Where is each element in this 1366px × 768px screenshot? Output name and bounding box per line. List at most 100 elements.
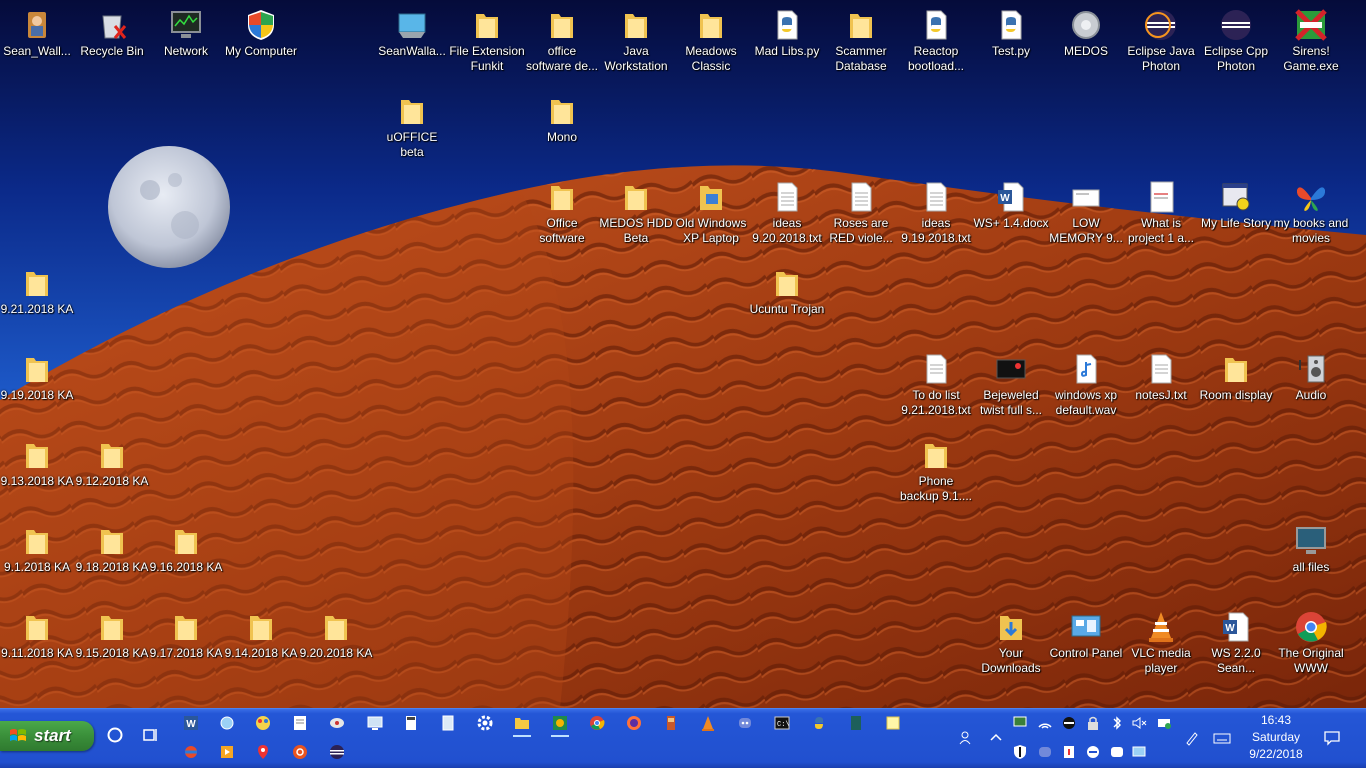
- desktop-icon-ka-917[interactable]: 9.17.2018 KA: [148, 610, 224, 661]
- tray-discord[interactable]: [1034, 741, 1056, 763]
- desktop-icon-java-workstation[interactable]: Java Workstation: [598, 8, 674, 74]
- taskbar-app-22[interactable]: [216, 741, 238, 763]
- taskbar-app-21[interactable]: [180, 741, 202, 763]
- desktop-icon-ws-docx[interactable]: W WS+ 1.4.docx: [973, 180, 1049, 231]
- tray-icon-11[interactable]: [1082, 741, 1104, 763]
- desktop-icon-what-is-project[interactable]: What is project 1 a...: [1123, 180, 1199, 246]
- tray-show-hidden[interactable]: [985, 727, 1007, 749]
- taskbar-vlc[interactable]: [697, 712, 719, 734]
- desktop-icon-uoffice-beta[interactable]: uOFFICE beta: [374, 94, 450, 160]
- desktop-icon-phone-backup[interactable]: Phone backup 9.1....: [898, 438, 974, 504]
- taskbar-word[interactable]: W: [180, 712, 202, 734]
- desktop-icon-control-panel[interactable]: Control Panel: [1048, 610, 1124, 661]
- desktop-icon-eclipse-cpp[interactable]: Eclipse Cpp Photon: [1198, 8, 1274, 74]
- desktop-icon-recycle-bin[interactable]: Recycle Bin: [74, 8, 150, 59]
- desktop-icon-my-life-story[interactable]: My Life Story: [1198, 180, 1274, 231]
- start-button[interactable]: start: [0, 721, 94, 751]
- notifications-button[interactable]: [1321, 727, 1343, 749]
- tray-wifi[interactable]: [1034, 712, 1056, 734]
- desktop-icon-ka-91[interactable]: 9.1.2018 KA: [0, 524, 75, 575]
- desktop-icon-room-display[interactable]: Room display: [1198, 352, 1274, 403]
- desktop-icon-low-memory[interactable]: LOW MEMORY 9...: [1048, 180, 1124, 246]
- tray-bluetooth[interactable]: [1106, 712, 1128, 734]
- desktop-icon-my-books[interactable]: my books and movies: [1273, 180, 1349, 246]
- desktop-icon-meadows-classic[interactable]: Meadows Classic: [673, 8, 749, 74]
- desktop-icon-notesj[interactable]: notesJ.txt: [1123, 352, 1199, 403]
- tray-icon-13[interactable]: [1128, 741, 1150, 763]
- tray-pen[interactable]: [1181, 727, 1203, 749]
- cortana-button[interactable]: [104, 724, 126, 746]
- taskbar-app-3[interactable]: [252, 712, 274, 734]
- taskbar-app-4[interactable]: [289, 712, 311, 734]
- tray-icon-10[interactable]: [1058, 741, 1080, 763]
- desktop-icon-eclipse-java[interactable]: Eclipse Java Photon: [1123, 8, 1199, 74]
- taskbar-discord[interactable]: [734, 712, 756, 734]
- desktop-icon-ka-912[interactable]: 9.12.2018 KA: [74, 438, 150, 489]
- desktop-icon-my-computer[interactable]: My Computer: [223, 8, 299, 59]
- desktop-icon-ideas-919[interactable]: ideas 9.19.2018.txt: [898, 180, 974, 246]
- desktop-icon-your-downloads[interactable]: Your Downloads: [973, 610, 1049, 676]
- desktop-icon-ka-918[interactable]: 9.18.2018 KA: [74, 524, 150, 575]
- desktop-icon-ka-916[interactable]: 9.16.2018 KA: [148, 524, 224, 575]
- taskbar-calculator[interactable]: [400, 712, 422, 734]
- desktop-icon-mad-libs[interactable]: Mad Libs.py: [749, 8, 825, 59]
- taskbar-app-5[interactable]: [326, 712, 348, 734]
- desktop-icon-ka-914[interactable]: 9.14.2018 KA: [223, 610, 299, 661]
- desktop-icon-office-software[interactable]: Office software: [524, 180, 600, 246]
- taskbar-app-25[interactable]: [326, 741, 348, 763]
- desktop-icon-ws220[interactable]: W WS 2.2.0 Sean...: [1198, 610, 1274, 676]
- taskbar-firefox[interactable]: [623, 712, 645, 734]
- tray-keyboard[interactable]: [1211, 727, 1233, 749]
- desktop-icon-sirens-game[interactable]: Sirens! Game.exe: [1273, 8, 1349, 74]
- taskbar-command-prompt[interactable]: C:\: [771, 712, 793, 734]
- desktop-icon-bejeweled[interactable]: Bejeweled twist full s...: [973, 352, 1049, 418]
- desktop-icon-ka-915[interactable]: 9.15.2018 KA: [74, 610, 150, 661]
- taskbar-app-8[interactable]: [437, 712, 459, 734]
- tray-volume[interactable]: [1128, 712, 1150, 734]
- desktop-icon-all-files[interactable]: all files: [1273, 524, 1349, 575]
- desktop-icon-sean-wall[interactable]: Sean_Wall...: [0, 8, 75, 59]
- tray-icon-3[interactable]: [1058, 712, 1080, 734]
- desktop-icon-office-software-de[interactable]: office software de...: [524, 8, 600, 74]
- tray-icon-4[interactable]: [1082, 712, 1104, 734]
- taskbar-chrome[interactable]: [586, 712, 608, 734]
- taskbar-app-18[interactable]: [808, 712, 830, 734]
- desktop-icon-test-py[interactable]: Test.py: [973, 8, 1049, 59]
- tray-people[interactable]: [955, 727, 977, 749]
- desktop-icon-medos-hdd-beta[interactable]: MEDOS HDD Beta: [598, 180, 674, 246]
- desktop-icon-mono[interactable]: Mono: [524, 94, 600, 145]
- desktop-icon-roses-red[interactable]: Roses are RED viole...: [823, 180, 899, 246]
- taskbar-app-2[interactable]: [216, 712, 238, 734]
- desktop-icon-ka-913[interactable]: 9.13.2018 KA: [0, 438, 75, 489]
- tray-defender[interactable]: [1009, 741, 1031, 763]
- tray-icon-1[interactable]: [1009, 712, 1031, 734]
- desktop-icon-vlc[interactable]: VLC media player: [1123, 610, 1199, 676]
- desktop-icon-file-extension-funkit[interactable]: File Extension Funkit: [449, 8, 525, 74]
- taskbar-settings[interactable]: [474, 712, 496, 734]
- tray-icon-7[interactable]: [1153, 712, 1175, 734]
- desktop-icon-ucuntu-trojan[interactable]: Ucuntu Trojan: [749, 266, 825, 317]
- taskbar-app-24[interactable]: [289, 741, 311, 763]
- desktop-icon-winxp-wav[interactable]: windows xp default.wav: [1048, 352, 1124, 418]
- desktop-icon-seanwalla[interactable]: SeanWalla...: [374, 8, 450, 59]
- desktop-icon-todo-list[interactable]: To do list 9.21.2018.txt: [898, 352, 974, 418]
- taskbar-app-20[interactable]: [882, 712, 904, 734]
- desktop-icon-original-www[interactable]: The Original WWW: [1273, 610, 1349, 676]
- tray-icon-12[interactable]: [1106, 741, 1128, 763]
- desktop-icon-ka-920[interactable]: 9.20.2018 KA: [298, 610, 374, 661]
- desktop-icon-ka-911[interactable]: 9.11.2018 KA: [0, 610, 75, 661]
- taskbar-app-19[interactable]: [845, 712, 867, 734]
- desktop-icon-ka-919[interactable]: 9.19.2018 KA: [0, 352, 75, 403]
- task-view-button[interactable]: [139, 724, 161, 746]
- system-clock[interactable]: 16:43 Saturday 9/22/2018: [1236, 712, 1316, 763]
- taskbar-app-6[interactable]: [364, 712, 386, 734]
- taskbar-app-11[interactable]: [549, 712, 571, 737]
- desktop-icon-ideas-920[interactable]: ideas 9.20.2018.txt: [749, 180, 825, 246]
- taskbar-app-14[interactable]: [660, 712, 682, 734]
- taskbar-file-explorer[interactable]: [511, 712, 533, 737]
- desktop-icon-medos[interactable]: MEDOS: [1048, 8, 1124, 59]
- desktop-icon-audio[interactable]: Audio: [1273, 352, 1349, 403]
- desktop-icon-old-windows-xp[interactable]: Old Windows XP Laptop: [673, 180, 749, 246]
- desktop-icon-network[interactable]: Network: [148, 8, 224, 59]
- desktop-icon-ka-921[interactable]: 9.21.2018 KA: [0, 266, 75, 317]
